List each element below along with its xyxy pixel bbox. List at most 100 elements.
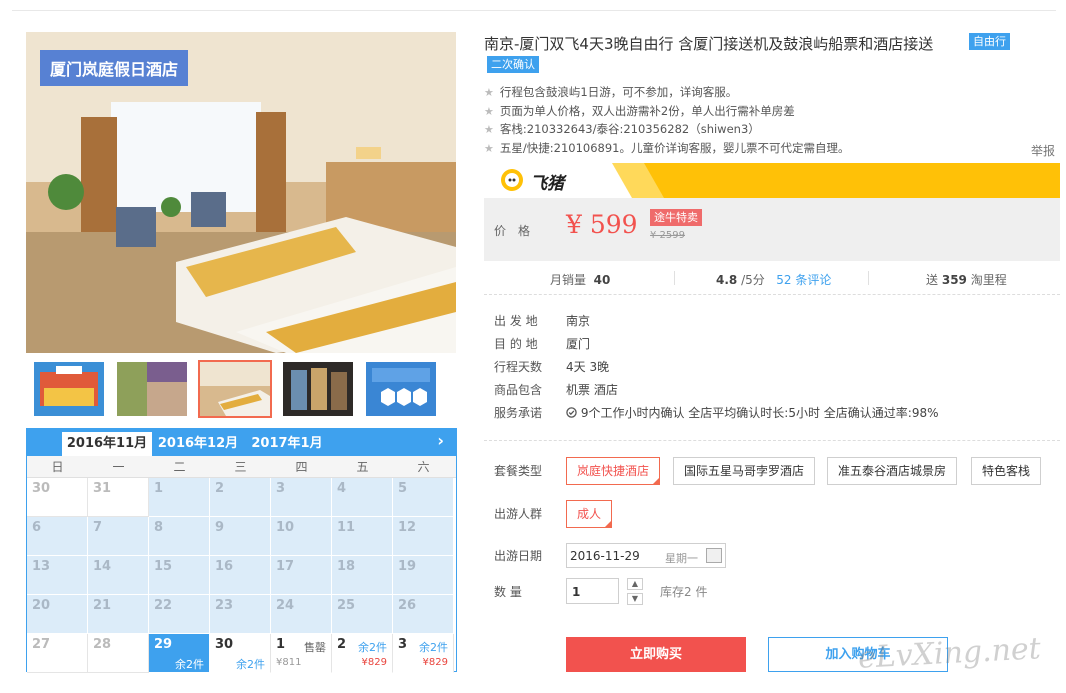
report-link[interactable]: 举报 xyxy=(1031,142,1055,159)
note-text: 页面为单人价格，双人出游需补2份，单人出行需补单房差 xyxy=(499,103,795,118)
product-notes: ★ 行程包含鼓浪屿1日游，可不参加，详询客服。 ★ 页面为单人价格，双人出游需补2份… xyxy=(484,83,1044,157)
day-number: 26 xyxy=(398,598,417,613)
day-number: 15 xyxy=(154,559,173,574)
tab-month-1[interactable]: 2016年11月 xyxy=(62,432,152,456)
calendar-day[interactable]: 27 xyxy=(27,634,88,673)
calendar-day[interactable]: 25 xyxy=(332,595,393,634)
seller-name: 飞猪 xyxy=(530,174,564,194)
travel-date-field[interactable]: 2016-11-29 星期一 xyxy=(566,543,726,568)
info-value: 厦门 xyxy=(566,337,591,351)
calendar-day[interactable]: 19 xyxy=(393,556,454,595)
package-option-4[interactable]: 特色客栈 xyxy=(971,457,1042,485)
day-number: 19 xyxy=(398,559,417,574)
day-number: 1 xyxy=(154,481,164,496)
seller-bar: 飞猪 xyxy=(484,163,1060,198)
calendar-day[interactable]: 22 xyxy=(149,595,210,634)
calendar-day[interactable]: 7 xyxy=(88,517,149,556)
weekday-label: 三 xyxy=(234,460,247,474)
thumbnail-2[interactable] xyxy=(115,360,189,418)
calendar-day[interactable]: 12 xyxy=(393,517,454,556)
day-number: 10 xyxy=(276,520,295,535)
day-number: 30 xyxy=(215,637,234,652)
calendar-day[interactable]: 3 余2件 ¥829 xyxy=(393,634,454,673)
thumbnail-1[interactable] xyxy=(32,360,106,418)
day-number: 18 xyxy=(337,559,356,574)
day-number: 2 xyxy=(337,637,347,652)
calendar-day[interactable]: 20 xyxy=(27,595,88,634)
calendar-day[interactable]: 24 xyxy=(271,595,332,634)
calendar-day[interactable]: 1 售罄 ¥811 xyxy=(271,634,332,673)
day-number: 2 xyxy=(215,481,225,496)
info-value: 4天 3晚 xyxy=(566,360,610,374)
quantity-down-icon[interactable]: ▼ xyxy=(627,593,643,605)
day-status: 余2件 xyxy=(419,641,448,654)
calendar-day[interactable]: 31 xyxy=(88,478,149,517)
calendar-day[interactable]: 6 xyxy=(27,517,88,556)
calendar-day[interactable]: 2 余2件 ¥829 xyxy=(332,634,393,673)
pig-logo-icon xyxy=(501,169,523,191)
calendar-day[interactable]: 9 xyxy=(210,517,271,556)
day-number: 21 xyxy=(93,598,112,613)
tab-month-3[interactable]: 2017年1月 xyxy=(247,432,327,456)
day-number: 22 xyxy=(154,598,173,613)
rating: 4.8 /5分 52 条评论 xyxy=(716,271,831,288)
calendar-day[interactable]: 15 xyxy=(149,556,210,595)
calendar-day[interactable]: 28 xyxy=(88,634,149,673)
calendar-day[interactable]: 4 xyxy=(332,478,393,517)
note-text: 客栈:210332643/泰谷:210356282（shiwen3） xyxy=(499,122,760,136)
info-key: 行程天数 xyxy=(494,360,543,374)
reviews-count[interactable]: 52 xyxy=(776,273,791,287)
calendar-day[interactable]: 5 xyxy=(393,478,454,517)
day-number: 6 xyxy=(32,520,42,535)
monthly-sales-label: 月销量 xyxy=(550,273,587,287)
calendar-day[interactable]: 26 xyxy=(393,595,454,634)
weekday-label: 二 xyxy=(173,460,186,474)
price-box: 价格 ¥ 599 途牛特卖 ¥ 2599 xyxy=(484,198,1060,261)
calendar-day[interactable]: 13 xyxy=(27,556,88,595)
star-icon: ★ xyxy=(484,104,494,118)
reviews-link[interactable]: 条评论 xyxy=(795,273,831,287)
calendar-day[interactable]: 11 xyxy=(332,517,393,556)
buy-now-button[interactable]: 立即购买 xyxy=(566,637,746,672)
thumbnail-3[interactable] xyxy=(198,360,272,418)
calendar-day[interactable]: 3 xyxy=(271,478,332,517)
calendar-day[interactable]: 16 xyxy=(210,556,271,595)
package-option-3[interactable]: 准五泰谷酒店城景房 xyxy=(827,457,958,485)
calendar-day[interactable]: 30 余2件 xyxy=(210,634,271,673)
note-item: ★ 五星/快捷:210106891。儿童价详询客服，婴儿票不可代定需自理。 xyxy=(484,139,1044,158)
calendar-day[interactable]: 1 xyxy=(149,478,210,517)
day-number: 31 xyxy=(93,481,112,496)
day-status: 售罄 xyxy=(304,641,326,654)
main-photo[interactable]: 厦门岚庭假日酒店 xyxy=(26,32,456,353)
thumbnail-strip xyxy=(26,360,456,422)
calendar-day[interactable]: 10 xyxy=(271,517,332,556)
next-month-icon[interactable]: › xyxy=(437,431,444,450)
info-key: 服务承诺 xyxy=(494,406,543,420)
calendar-day[interactable]: 14 xyxy=(88,556,149,595)
day-price: ¥829 xyxy=(361,657,387,668)
note-text: 行程包含鼓浪屿1日游，可不参加，详询客服。 xyxy=(499,85,738,99)
day-number: 5 xyxy=(398,481,408,496)
date-value: 2016-11-29 xyxy=(570,549,640,563)
monthly-sales: 月销量 40 xyxy=(550,271,610,288)
calendar-day[interactable]: 21 xyxy=(88,595,149,634)
crowd-label: 出游人群 xyxy=(494,507,543,521)
calendar-day[interactable]: 30 xyxy=(27,478,88,517)
thumbnail-4[interactable] xyxy=(281,360,355,418)
crowd-option-adult[interactable]: 成人 xyxy=(566,500,613,528)
package-option-2[interactable]: 国际五星马哥孛罗酒店 xyxy=(673,457,816,485)
thumbnail-5[interactable] xyxy=(364,360,438,418)
tab-month-2[interactable]: 2016年12月 xyxy=(154,432,242,456)
calendar-day[interactable]: 29 余2件 xyxy=(149,634,210,673)
quantity-input[interactable]: 1 xyxy=(566,578,619,604)
calendar-icon[interactable] xyxy=(706,548,722,563)
calendar-day[interactable]: 23 xyxy=(210,595,271,634)
check-circle-icon xyxy=(566,407,577,418)
calendar-day[interactable]: 18 xyxy=(332,556,393,595)
package-option-1[interactable]: 岚庭快捷酒店 xyxy=(566,457,661,485)
calendar-day[interactable]: 8 xyxy=(149,517,210,556)
calendar-day[interactable]: 17 xyxy=(271,556,332,595)
day-number: 3 xyxy=(398,637,408,652)
quantity-up-icon[interactable]: ▲ xyxy=(627,578,643,590)
calendar-day[interactable]: 2 xyxy=(210,478,271,517)
